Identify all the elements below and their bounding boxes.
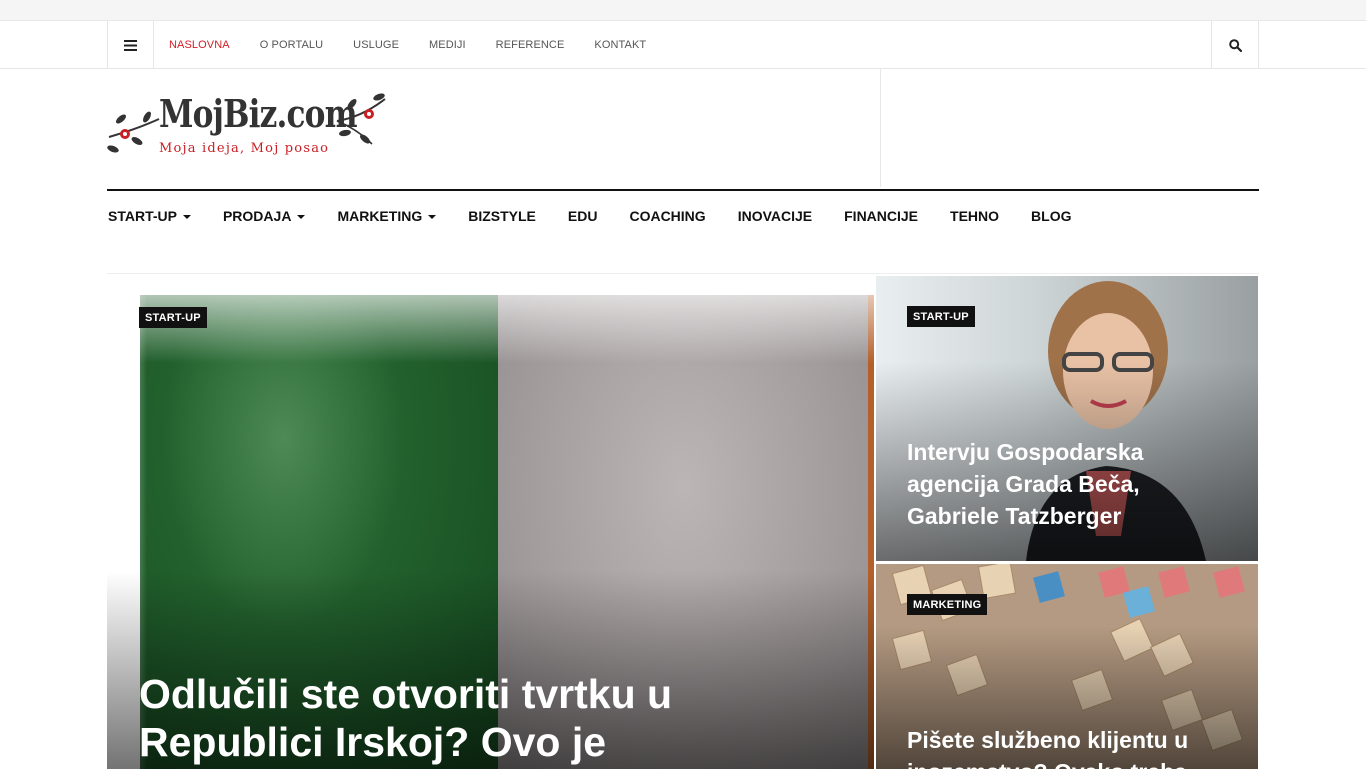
header-divider — [880, 69, 881, 187]
category-badge[interactable]: START-UP — [907, 306, 975, 327]
top-bar: NASLOVNA O PORTALU USLUGE MEDIJI REFEREN… — [0, 21, 1366, 69]
featured-side-article[interactable]: START-UP Intervju Gospodarska agencija G… — [876, 276, 1258, 561]
top-link-kontakt[interactable]: KONTAKT — [594, 39, 646, 51]
nav-item-edu[interactable]: EDU — [568, 208, 598, 224]
top-strip — [0, 0, 1366, 21]
site-header: MojBiz.com Moja ideja, Moj posao — [0, 69, 1366, 190]
logo-tagline: Moja ideja, Moj posao — [159, 141, 330, 156]
nav-item-bizstyle[interactable]: BIZSTYLE — [468, 208, 536, 224]
nav-item-blog[interactable]: BLOG — [1031, 208, 1071, 224]
top-link-usluge[interactable]: USLUGE — [353, 39, 399, 51]
nav-item-tehno[interactable]: TEHNO — [950, 208, 999, 224]
top-links: NASLOVNA O PORTALU USLUGE MEDIJI REFEREN… — [169, 39, 676, 51]
article-title[interactable]: Pišete službeno klijentu u inozemstvo? O… — [907, 724, 1227, 769]
top-link-reference[interactable]: REFERENCE — [496, 39, 565, 51]
top-link-o-portalu[interactable]: O PORTALU — [260, 39, 323, 51]
chevron-down-icon — [182, 215, 191, 219]
featured-side-article[interactable]: MARKETING Pišete službeno klijentu u ino… — [876, 564, 1258, 769]
nav-item-marketing[interactable]: MARKETING — [337, 208, 437, 224]
hamburger-icon — [124, 39, 137, 51]
search-icon — [1228, 38, 1242, 52]
category-badge[interactable]: START-UP — [139, 307, 207, 328]
featured-grid: START-UP Odlučili ste otvoriti tvrtku u … — [107, 273, 1259, 769]
category-badge[interactable]: MARKETING — [907, 594, 988, 615]
site-logo[interactable]: MojBiz.com Moja ideja, Moj posao — [107, 89, 387, 179]
search-button[interactable] — [1211, 21, 1259, 69]
nav-item-financije[interactable]: FINANCIJE — [844, 208, 918, 224]
chevron-down-icon — [428, 215, 437, 219]
featured-main-article[interactable]: START-UP Odlučili ste otvoriti tvrtku u … — [107, 274, 874, 769]
hamburger-menu-button[interactable] — [107, 21, 154, 69]
main-navigation: START-UP PRODAJA MARKETING BIZSTYLE EDU … — [107, 189, 1259, 241]
nav-item-prodaja[interactable]: PRODAJA — [223, 208, 306, 224]
article-title[interactable]: Intervju Gospodarska agencija Grada Beča… — [907, 436, 1227, 532]
logo-brand-text: MojBiz.com — [159, 91, 358, 136]
chevron-down-icon — [297, 215, 306, 219]
nav-item-inovacije[interactable]: INOVACIJE — [738, 208, 812, 224]
nav-item-coaching[interactable]: COACHING — [629, 208, 705, 224]
top-link-mediji[interactable]: MEDIJI — [429, 39, 466, 51]
top-link-naslovna[interactable]: NASLOVNA — [169, 39, 230, 51]
article-title[interactable]: Odlučili ste otvoriti tvrtku u Republici… — [139, 670, 819, 766]
nav-item-start-up[interactable]: START-UP — [108, 208, 191, 224]
